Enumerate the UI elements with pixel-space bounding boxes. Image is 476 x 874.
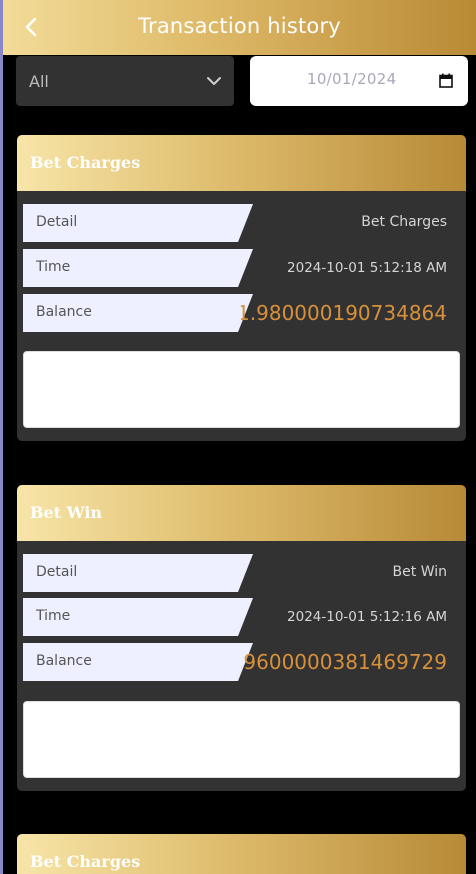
- time-row: Time 2024-10-01 5:12:18 AM: [23, 249, 460, 287]
- detail-label-tag: Detail: [23, 204, 253, 242]
- transaction-type-select[interactable]: All: [16, 56, 234, 106]
- time-label-tag: Time: [23, 598, 253, 636]
- balance-row: Balance 1.980000190734864: [23, 294, 460, 332]
- transaction-title: Bet Charges: [30, 852, 141, 871]
- detail-label: Detail: [36, 564, 78, 580]
- time-label: Time: [36, 608, 71, 624]
- balance-label: Balance: [36, 304, 92, 320]
- left-edge-strip: [0, 0, 3, 874]
- transaction-type-value: All: [29, 71, 49, 91]
- calendar-icon[interactable]: [439, 73, 453, 88]
- balance-value: 1.9600000381469729: [241, 650, 447, 674]
- time-label-tag: Time: [23, 249, 253, 287]
- date-filter-value: 10/01/2024: [307, 70, 397, 88]
- balance-row: Balance 1.9600000381469729: [23, 643, 460, 681]
- time-row: Time 2024-10-01 5:12:16 AM: [23, 598, 460, 636]
- transaction-card: Bet Charges Detail Bet Charges Time 2024…: [17, 135, 466, 441]
- balance-value-wrap: 1.980000190734864: [241, 298, 447, 328]
- transaction-note-box: [23, 701, 460, 778]
- balance-value-wrap: 1.9600000381469729: [241, 647, 447, 677]
- balance-label: Balance: [36, 653, 92, 669]
- detail-value: Bet Win: [392, 564, 447, 580]
- detail-value: Bet Charges: [361, 214, 447, 230]
- transaction-card-header: Bet Charges: [17, 135, 466, 191]
- detail-label: Detail: [36, 214, 78, 230]
- transaction-card-header: Bet Win: [17, 485, 466, 541]
- transaction-title: Bet Charges: [30, 153, 141, 172]
- transaction-note-box: [23, 351, 460, 428]
- transaction-title: Bet Win: [30, 503, 103, 522]
- transaction-card: Bet Charges: [17, 834, 466, 874]
- page-title: Transaction history: [138, 14, 341, 38]
- time-value: 2024-10-01 5:12:18 AM: [287, 260, 447, 276]
- detail-row: Detail Bet Charges: [23, 204, 460, 242]
- detail-row: Detail Bet Win: [23, 554, 460, 592]
- balance-label-tag: Balance: [23, 294, 253, 332]
- balance-value: 1.980000190734864: [241, 301, 447, 325]
- app-header: Transaction history: [3, 0, 476, 55]
- time-value: 2024-10-01 5:12:16 AM: [287, 609, 447, 625]
- balance-label-tag: Balance: [23, 643, 253, 681]
- transaction-card: Bet Win Detail Bet Win Time 2024-10-01 5…: [17, 485, 466, 791]
- transaction-card-header: Bet Charges: [17, 834, 466, 874]
- chevron-down-icon: [207, 77, 221, 85]
- time-label: Time: [36, 259, 71, 275]
- date-filter-input[interactable]: 10/01/2024: [250, 56, 468, 106]
- detail-label-tag: Detail: [23, 554, 253, 592]
